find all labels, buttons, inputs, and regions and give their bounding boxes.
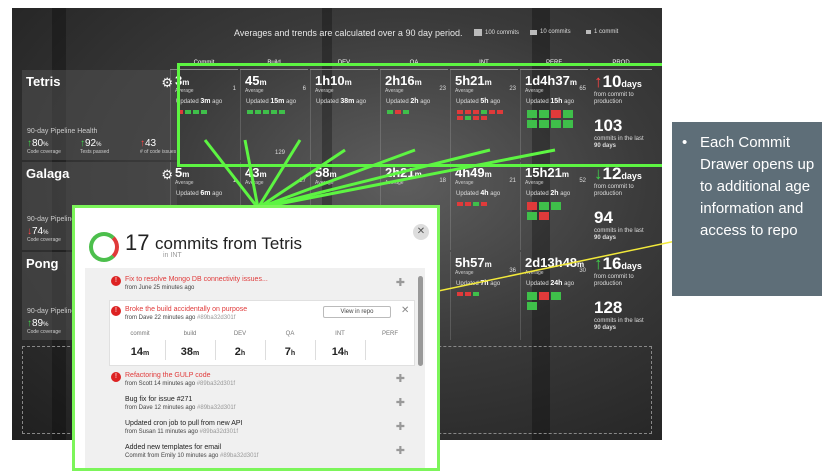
error-icon: ! xyxy=(111,306,121,316)
commit-count: 17 xyxy=(125,230,150,255)
stage-age-qa: 7h xyxy=(284,346,296,358)
commit-list[interactable]: ! Fix to resolve Mongo DB connectivity i… xyxy=(85,268,425,468)
bullet-icon: • xyxy=(682,134,688,151)
expand-icon[interactable]: ✚ xyxy=(396,276,405,289)
expand-icon[interactable]: ✚ xyxy=(396,420,405,433)
error-icon: ! xyxy=(111,372,121,382)
error-icon: ! xyxy=(111,276,121,286)
close-icon[interactable]: ✕ xyxy=(401,305,409,316)
expand-icon[interactable]: ✚ xyxy=(396,444,405,457)
commit-drawer[interactable]: 17 commits from Tetris in INT ✕ ! Fix to… xyxy=(72,205,440,471)
drawer-title: commits from Tetris xyxy=(155,234,303,253)
scrollbar[interactable] xyxy=(418,276,423,366)
connector-line xyxy=(257,148,491,210)
stage-age-dev: 2h xyxy=(234,346,246,358)
stage-age-build: 38m xyxy=(180,346,200,358)
callout-text: Each Commit Drawer opens up to additiona… xyxy=(700,134,815,239)
view-in-repo-button[interactable]: View in repo xyxy=(323,306,391,318)
stage-age-commit: 14m xyxy=(130,346,150,358)
progress-ring xyxy=(89,232,119,262)
close-icon[interactable]: ✕ xyxy=(413,224,429,240)
expand-icon[interactable]: ✚ xyxy=(396,372,405,385)
drawer-subtitle: in INT xyxy=(163,252,182,259)
callout-line xyxy=(404,237,691,299)
connector-line xyxy=(257,148,416,210)
stage-age-int: 14h xyxy=(331,346,349,358)
annotation-callout: • Each Commit Drawer opens up to additio… xyxy=(672,122,822,296)
expand-icon[interactable]: ✚ xyxy=(396,396,405,409)
